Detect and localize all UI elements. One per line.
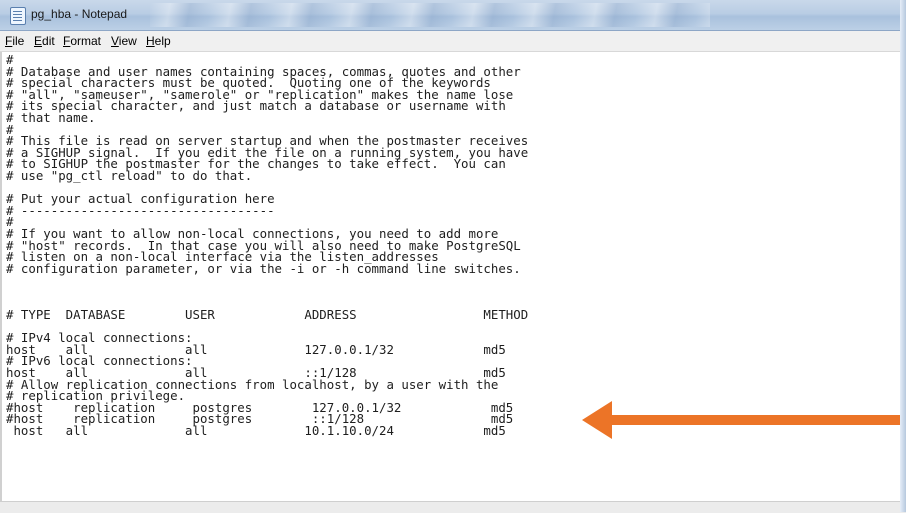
menu-view[interactable]: View [111,34,137,48]
menu-file[interactable]: File [5,34,24,48]
arrow-annotation [582,401,906,439]
menu-help[interactable]: Help [146,34,171,48]
menu-format[interactable]: Format [63,34,101,48]
title-bar-glass [150,3,710,27]
title-bar: pg_hba - Notepad [0,0,906,31]
arrow-left-icon [582,401,906,439]
window-right-border [900,0,906,512]
menu-bar: File Edit Format View Help [0,31,906,52]
status-bar [0,501,906,513]
notepad-icon [10,7,26,25]
editor-content[interactable]: # # Database and user names containing s… [6,53,528,436]
menu-edit[interactable]: Edit [34,34,55,48]
window-title: pg_hba - Notepad [31,7,128,21]
